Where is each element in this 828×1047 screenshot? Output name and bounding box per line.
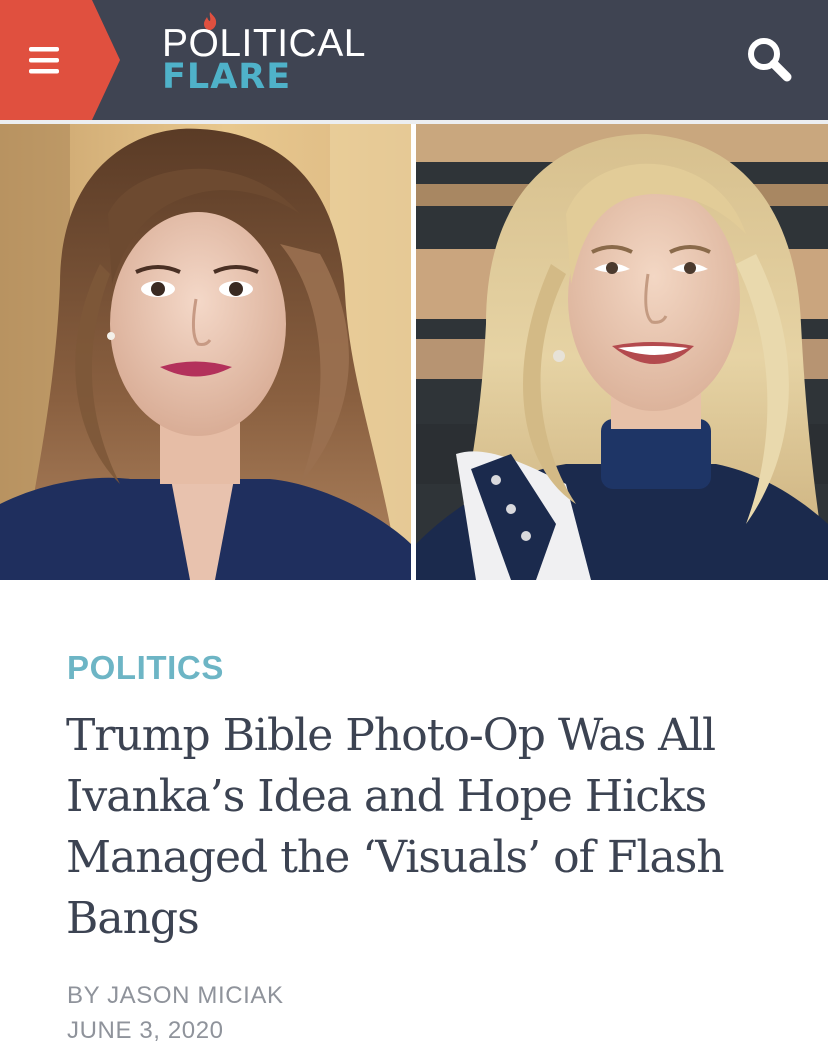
byline: BY JASON MICIAK	[67, 980, 284, 1012]
site-header: POLITICAL FLARE	[0, 0, 828, 120]
article-headline[interactable]: Trump Bible Photo-Op Was All Ivanka’s Id…	[66, 705, 786, 949]
logo-text-flare: FLARE	[162, 57, 292, 97]
search-icon	[748, 38, 792, 82]
hero-image	[0, 124, 828, 580]
search-button[interactable]	[742, 32, 798, 88]
menu-button[interactable]	[0, 0, 120, 120]
portrait-photo-left	[0, 124, 411, 580]
byline-prefix: BY	[67, 982, 100, 1009]
flame-icon	[204, 12, 217, 30]
publish-date: JUNE 3, 2020	[67, 1017, 224, 1044]
site-logo[interactable]: POLITICAL FLARE	[162, 12, 392, 100]
category-link[interactable]: POLITICS	[67, 648, 224, 688]
portrait-photo-right	[416, 124, 828, 580]
author-link[interactable]: JASON MICIAK	[107, 982, 284, 1009]
hamburger-icon	[29, 47, 59, 74]
